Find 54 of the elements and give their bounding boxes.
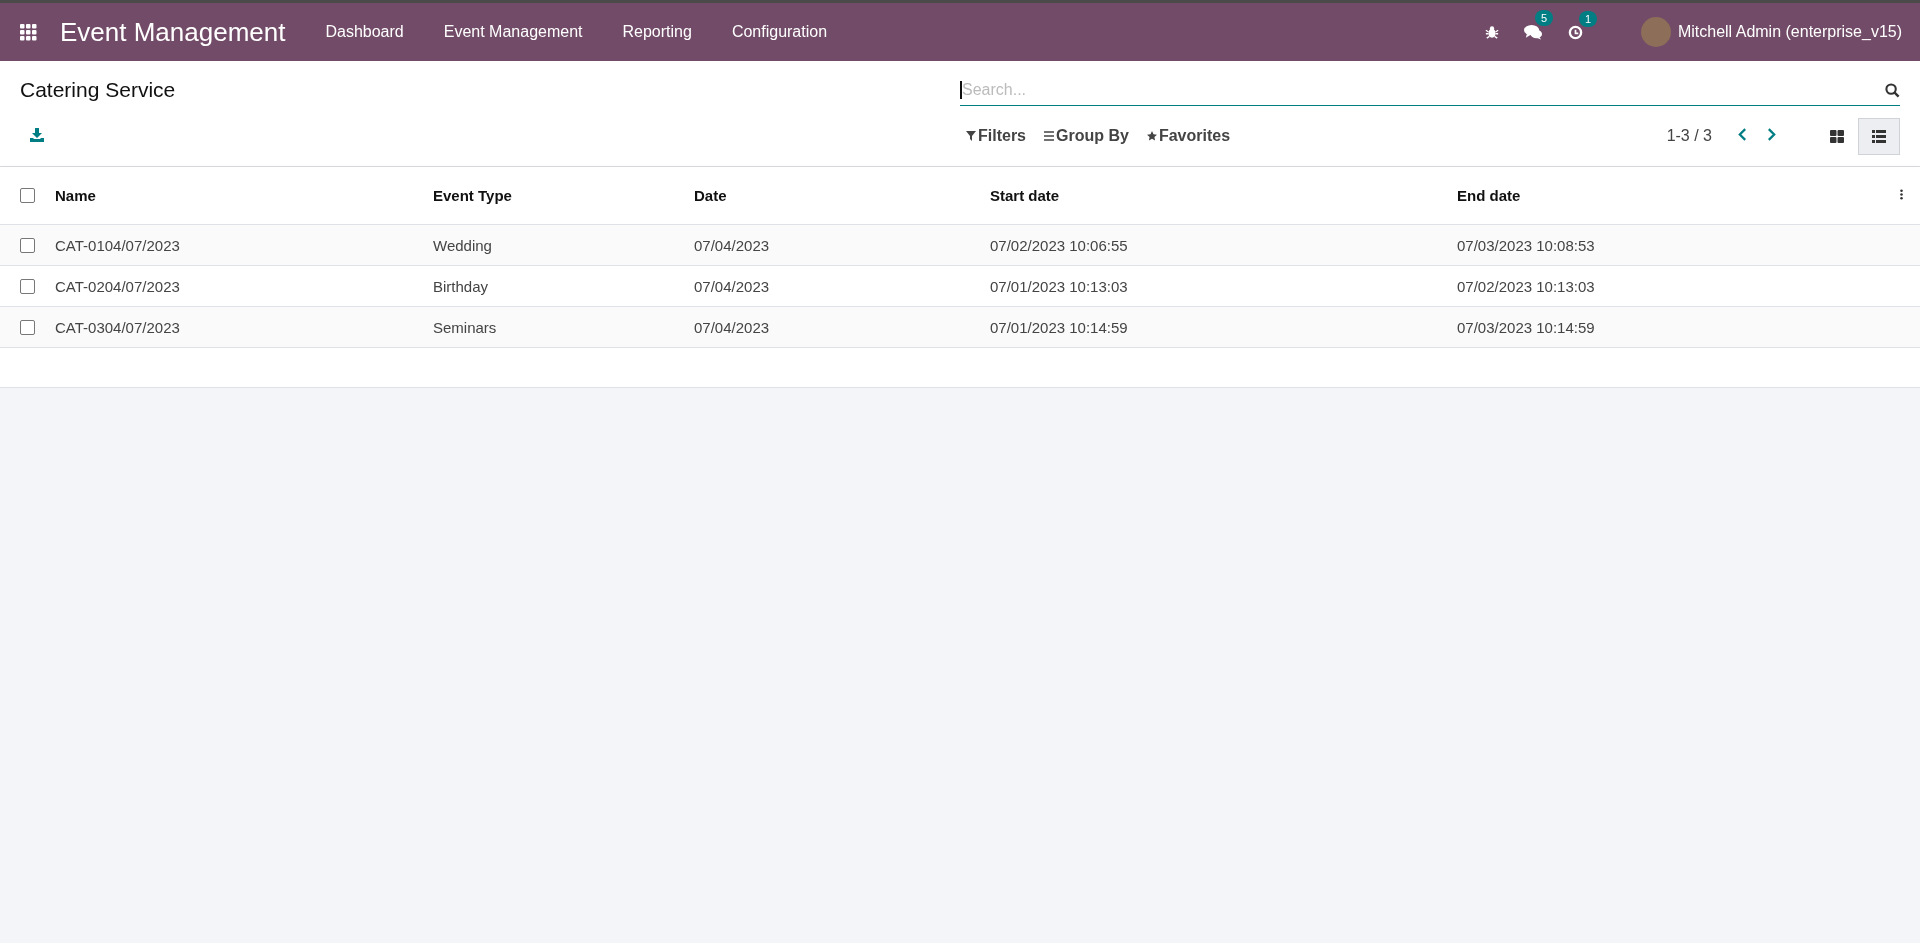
user-name[interactable]: Mitchell Admin (enterprise_v15) — [1677, 23, 1902, 41]
table-cell: 07/04/2023 — [694, 306, 990, 347]
chat-icon[interactable] — [1523, 24, 1543, 40]
select-all-checkbox[interactable] — [20, 188, 35, 203]
menu-item[interactable]: Reporting — [602, 23, 712, 41]
apps-grid-icon[interactable] — [20, 23, 37, 41]
table-cell: 07/01/2023 10:14:59 — [990, 306, 1457, 347]
activity-count-badge: 1 — [1578, 10, 1598, 27]
table-cell: 07/02/2023 10:06:55 — [990, 224, 1457, 266]
filter-toggle[interactable]: Filters — [960, 123, 1032, 149]
column-header[interactable]: Name — [55, 167, 433, 225]
message-count-badge: 5 — [1534, 10, 1554, 26]
menu-item[interactable]: Configuration — [711, 23, 848, 41]
table-cell: Seminars — [433, 306, 694, 347]
user-avatar — [1640, 17, 1671, 47]
list-icon — [1872, 129, 1886, 143]
table-cell: 07/01/2023 10:13:03 — [990, 265, 1457, 307]
table-cell: CAT-0204/07/2023 — [55, 265, 433, 307]
app-title[interactable]: Event Management — [60, 16, 286, 48]
filter-toggle[interactable]: Group By — [1038, 123, 1135, 149]
table-cell: CAT-0304/07/2023 — [55, 306, 433, 347]
column-header[interactable]: End date — [1457, 167, 1900, 225]
pager-value: 1-3 / 3 — [1666, 127, 1712, 145]
menu-item[interactable]: Dashboard — [305, 23, 424, 41]
kebab-menu-icon[interactable] — [1900, 188, 1903, 201]
table-cell: 07/04/2023 — [694, 265, 990, 307]
bug-icon[interactable] — [1484, 25, 1499, 39]
clock-icon[interactable] — [1567, 24, 1583, 40]
filter-icon — [966, 131, 976, 141]
column-header[interactable]: Date — [694, 167, 990, 225]
column-header[interactable]: Event Type — [433, 167, 694, 225]
star-icon — [1146, 131, 1157, 141]
filter-toggle[interactable]: Favorites — [1140, 123, 1237, 149]
search-icon[interactable] — [1885, 82, 1900, 98]
grid-icon — [1830, 129, 1844, 143]
search-field[interactable]: Search... — [960, 81, 1885, 99]
table-cell: Birthday — [433, 265, 694, 307]
chevron-left-icon[interactable] — [1738, 128, 1747, 141]
table-cell: 07/02/2023 10:13:03 — [1457, 265, 1900, 307]
table-cell: CAT-0104/07/2023 — [55, 224, 433, 266]
column-header[interactable]: Start date — [990, 167, 1457, 225]
row-checkbox[interactable] — [20, 319, 35, 335]
page-title: Catering Service — [20, 77, 177, 102]
chevron-right-icon[interactable] — [1767, 128, 1776, 141]
row-checkbox[interactable] — [20, 278, 35, 294]
list-view-button[interactable] — [1858, 117, 1900, 155]
table-cell: 07/03/2023 10:08:53 — [1457, 224, 1900, 266]
menu-item[interactable]: Event Management — [423, 23, 603, 41]
row-checkbox[interactable] — [20, 237, 35, 253]
lines-icon — [1044, 131, 1054, 141]
table-cell: Wedding — [433, 224, 694, 266]
table-cell: 07/03/2023 10:14:59 — [1457, 306, 1900, 347]
download-icon[interactable] — [30, 127, 44, 142]
table-cell: 07/04/2023 — [694, 224, 990, 266]
